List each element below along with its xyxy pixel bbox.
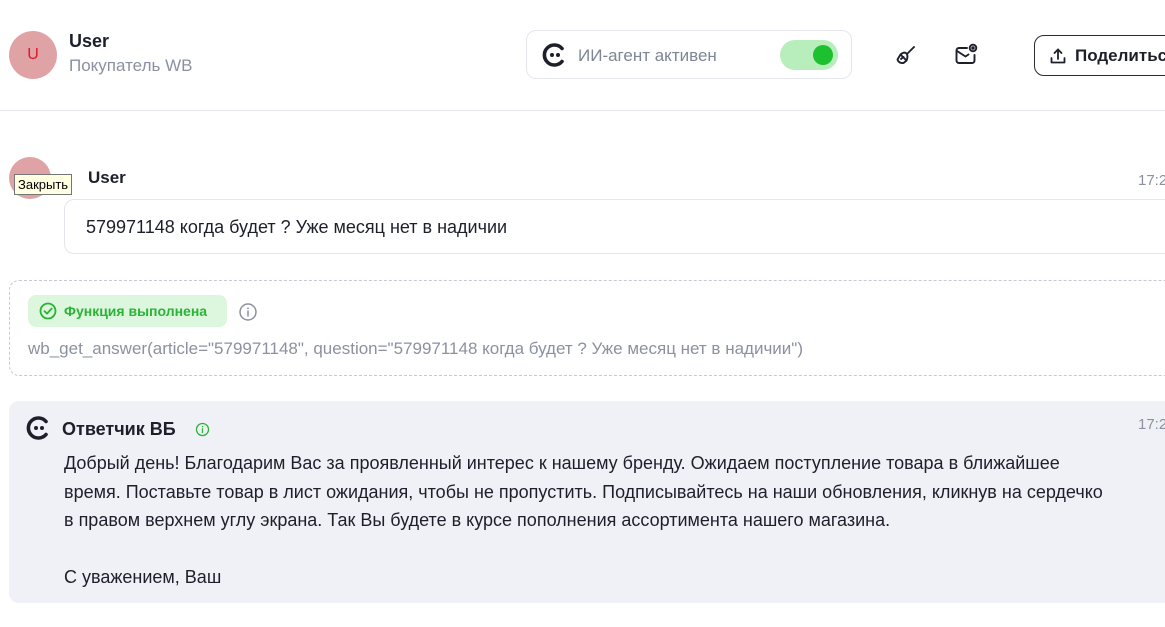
mail-settings-button[interactable] [950, 39, 982, 71]
agent-status-label: ИИ-агент активен [578, 46, 717, 65]
chat-header: U User Покупатель WB ИИ-агент активен По… [0, 0, 1165, 111]
agent-logo-icon [26, 416, 48, 440]
user-name: User [69, 31, 110, 51]
share-button[interactable]: Поделиться [1034, 35, 1165, 76]
ai-agent-status: ИИ-агент активен [526, 30, 852, 79]
clear-chat-button[interactable] [890, 39, 922, 71]
mail-settings-icon [955, 43, 978, 64]
share-button-label: Поделиться [1075, 45, 1165, 65]
tooltip: Закрыть [14, 174, 73, 195]
answer-paragraph: Добрый день! Благодарим Вас за проявленн… [64, 453, 1103, 530]
answer-signature: С уважением, Ваш [64, 567, 222, 587]
message-author: User [88, 168, 126, 187]
message-time: 17:2 [1138, 172, 1165, 189]
avatar-letter: U [27, 46, 39, 63]
user-role: Покупатель WB [69, 56, 193, 75]
upload-icon [1050, 48, 1066, 63]
info-icon[interactable] [238, 302, 258, 322]
broom-icon [896, 46, 915, 65]
user-message-text: 579971148 когда будет ? Уже месяц нет в … [86, 217, 508, 237]
function-status-badge: Функция выполнена [28, 295, 227, 327]
function-call-text: wb_get_answer(article="579971148", quest… [28, 339, 803, 358]
ai-answer-message: Ответчик ВБ 17:2 Добрый день! Благодарим… [9, 401, 1165, 603]
user-avatar: U [9, 31, 57, 79]
info-icon[interactable] [195, 422, 210, 437]
function-call-block: Функция выполнена wb_get_answer(article=… [9, 280, 1165, 376]
agent-toggle[interactable] [780, 40, 838, 70]
answer-author: Ответчик ВБ [62, 419, 176, 439]
toggle-knob [813, 45, 833, 65]
answer-time: 17:2 [1138, 416, 1165, 433]
agent-logo-icon [542, 43, 564, 67]
user-message-bubble: 579971148 когда будет ? Уже месяц нет в … [64, 199, 1165, 254]
function-status-label: Функция выполнена [64, 303, 208, 319]
answer-body: Добрый день! Благодарим Вас за проявленн… [64, 449, 1114, 592]
check-circle-icon [39, 302, 57, 320]
